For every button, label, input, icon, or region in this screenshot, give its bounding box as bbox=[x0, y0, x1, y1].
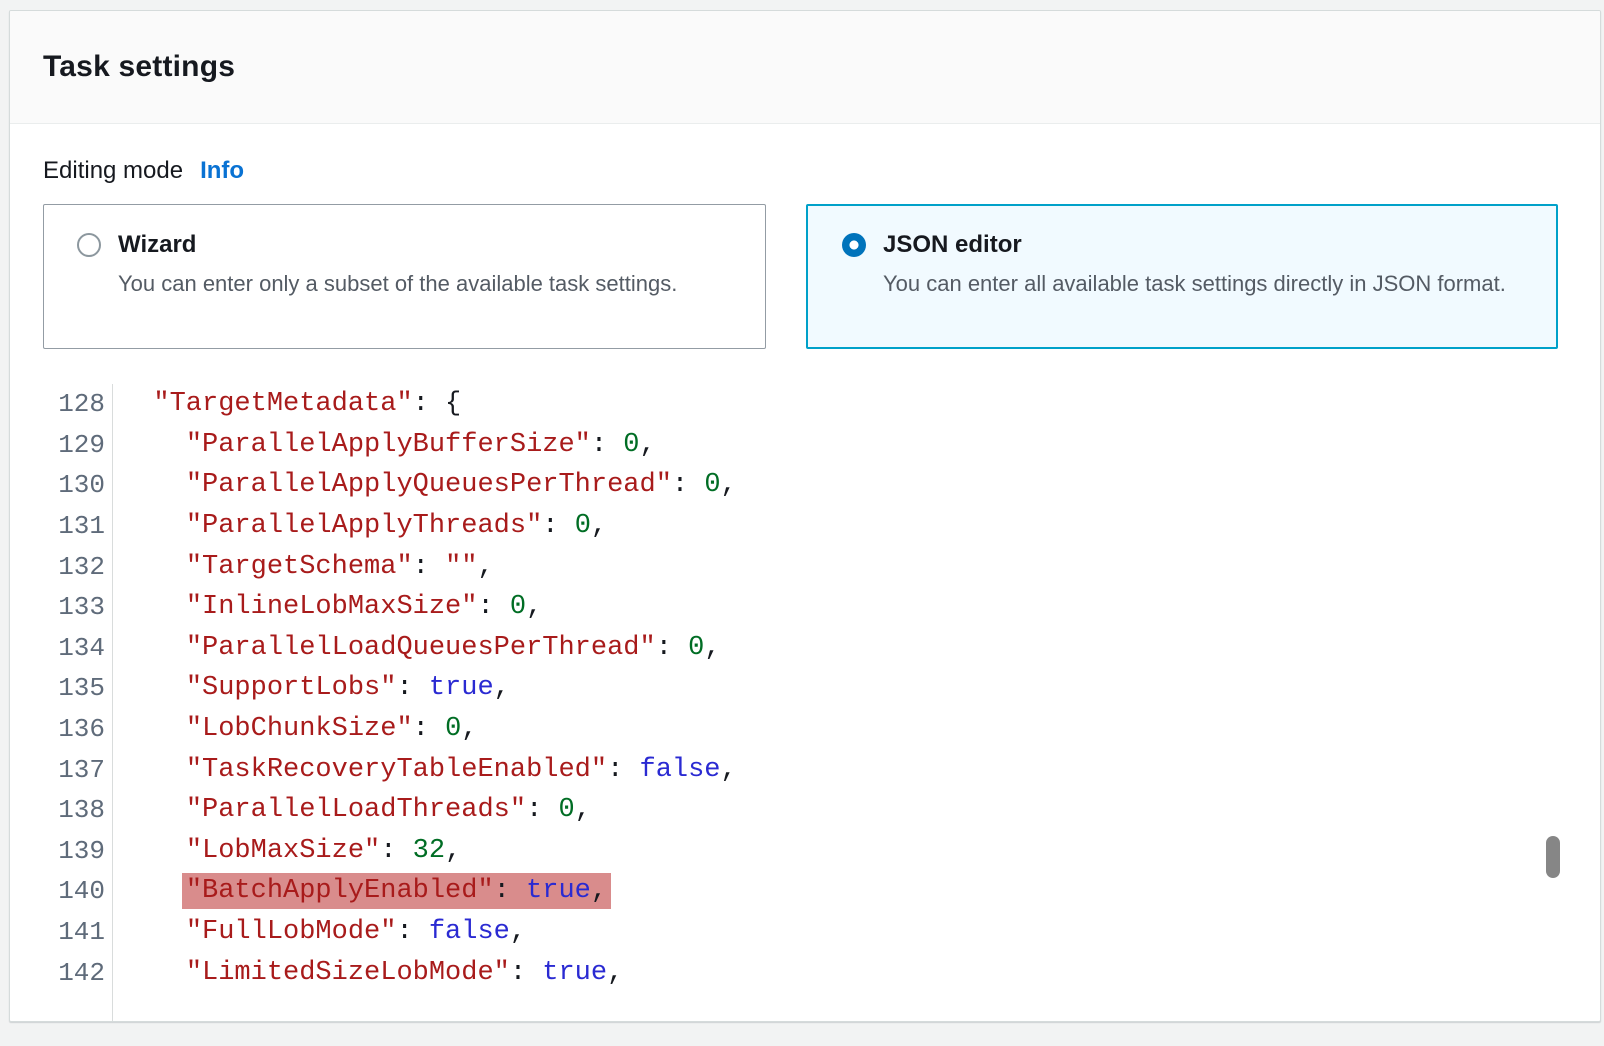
editor-lines: 128 "TargetMetadata": {129 "ParallelAppl… bbox=[10, 384, 1600, 993]
line-number: 134 bbox=[10, 628, 113, 669]
radio-checked-icon[interactable] bbox=[842, 233, 866, 257]
code-line-content: "InlineLobMaxSize": 0, bbox=[113, 592, 542, 622]
code-line-content: "ParallelLoadQueuesPerThread": 0, bbox=[113, 633, 721, 663]
code-line-content: "FullLobMode": false, bbox=[113, 917, 526, 947]
tile-wizard-title: Wizard bbox=[118, 230, 677, 260]
line-number: 132 bbox=[10, 546, 113, 587]
code-line: 141 "FullLobMode": false, bbox=[10, 912, 1600, 953]
code-line: 138 "ParallelLoadThreads": 0, bbox=[10, 790, 1600, 831]
code-line-content: "ParallelApplyThreads": 0, bbox=[113, 511, 607, 541]
line-number: 135 bbox=[10, 668, 113, 709]
line-number: 137 bbox=[10, 749, 113, 790]
tile-json-editor-description: You can enter all available task setting… bbox=[883, 266, 1506, 302]
line-number: 131 bbox=[10, 506, 113, 547]
tile-wizard-text: Wizard You can enter only a subset of th… bbox=[118, 230, 677, 302]
line-number: 130 bbox=[10, 465, 113, 506]
panel-title: Task settings bbox=[43, 50, 235, 84]
code-line: 140 "BatchApplyEnabled": true, bbox=[10, 871, 1600, 912]
code-line-content: "ParallelApplyQueuesPerThread": 0, bbox=[113, 470, 737, 500]
code-line-content: "ParallelApplyBufferSize": 0, bbox=[113, 430, 656, 460]
code-line-content: "TargetSchema": "", bbox=[113, 552, 494, 582]
tile-wizard-description: You can enter only a subset of the avail… bbox=[118, 266, 677, 302]
editing-mode-tiles: Wizard You can enter only a subset of th… bbox=[43, 204, 1567, 349]
tile-json-editor-text: JSON editor You can enter all available … bbox=[883, 230, 1506, 302]
info-link[interactable]: Info bbox=[200, 157, 244, 185]
radio-unchecked-icon[interactable] bbox=[77, 233, 101, 257]
editing-mode-label: Editing mode bbox=[43, 157, 183, 185]
code-line: 137 "TaskRecoveryTableEnabled": false, bbox=[10, 749, 1600, 790]
code-line: 129 "ParallelApplyBufferSize": 0, bbox=[10, 425, 1600, 466]
tile-json-editor-title: JSON editor bbox=[883, 230, 1506, 260]
panel-body: Editing mode Info Wizard You can enter o… bbox=[10, 157, 1600, 1021]
code-line: 133 "InlineLobMaxSize": 0, bbox=[10, 587, 1600, 628]
code-line-content: "TargetMetadata": { bbox=[113, 389, 461, 419]
line-number: 136 bbox=[10, 709, 113, 750]
task-settings-panel: Task settings Editing mode Info Wizard Y… bbox=[9, 10, 1601, 1022]
code-line-content: "TaskRecoveryTableEnabled": false, bbox=[113, 755, 737, 785]
editor-scrollbar-thumb[interactable] bbox=[1546, 836, 1560, 878]
line-number: 140 bbox=[10, 871, 113, 912]
line-number: 133 bbox=[10, 587, 113, 628]
code-line: 130 "ParallelApplyQueuesPerThread": 0, bbox=[10, 465, 1600, 506]
tile-json-editor[interactable]: JSON editor You can enter all available … bbox=[806, 204, 1558, 349]
json-code-editor[interactable]: 128 "TargetMetadata": {129 "ParallelAppl… bbox=[10, 384, 1600, 1021]
code-line: 134 "ParallelLoadQueuesPerThread": 0, bbox=[10, 628, 1600, 669]
line-number: 139 bbox=[10, 831, 113, 872]
code-line-content: "BatchApplyEnabled": true, bbox=[113, 876, 611, 906]
line-number: 141 bbox=[10, 912, 113, 953]
code-line-content: "LimitedSizeLobMode": true, bbox=[113, 958, 623, 988]
code-line: 128 "TargetMetadata": { bbox=[10, 384, 1600, 425]
code-line-content: "LobChunkSize": 0, bbox=[113, 714, 477, 744]
editing-mode-row: Editing mode Info bbox=[43, 157, 1567, 185]
panel-header: Task settings bbox=[10, 11, 1600, 124]
line-number: 138 bbox=[10, 790, 113, 831]
code-line-content: "LobMaxSize": 32, bbox=[113, 836, 461, 866]
code-line: 131 "ParallelApplyThreads": 0, bbox=[10, 506, 1600, 547]
highlighted-code: "BatchApplyEnabled": true, bbox=[182, 873, 611, 909]
line-number: 128 bbox=[10, 384, 113, 425]
code-line-content: "ParallelLoadThreads": 0, bbox=[113, 795, 591, 825]
code-line: 136 "LobChunkSize": 0, bbox=[10, 709, 1600, 750]
gutter-spacer bbox=[10, 993, 113, 1021]
code-line: 139 "LobMaxSize": 32, bbox=[10, 831, 1600, 872]
line-number: 129 bbox=[10, 425, 113, 466]
code-line-content: "SupportLobs": true, bbox=[113, 673, 510, 703]
code-line: 132 "TargetSchema": "", bbox=[10, 546, 1600, 587]
tile-wizard[interactable]: Wizard You can enter only a subset of th… bbox=[43, 204, 766, 349]
editor-trailing-line bbox=[10, 993, 1600, 1021]
code-line: 135 "SupportLobs": true, bbox=[10, 668, 1600, 709]
line-number: 142 bbox=[10, 952, 113, 993]
code-line: 142 "LimitedSizeLobMode": true, bbox=[10, 952, 1600, 993]
